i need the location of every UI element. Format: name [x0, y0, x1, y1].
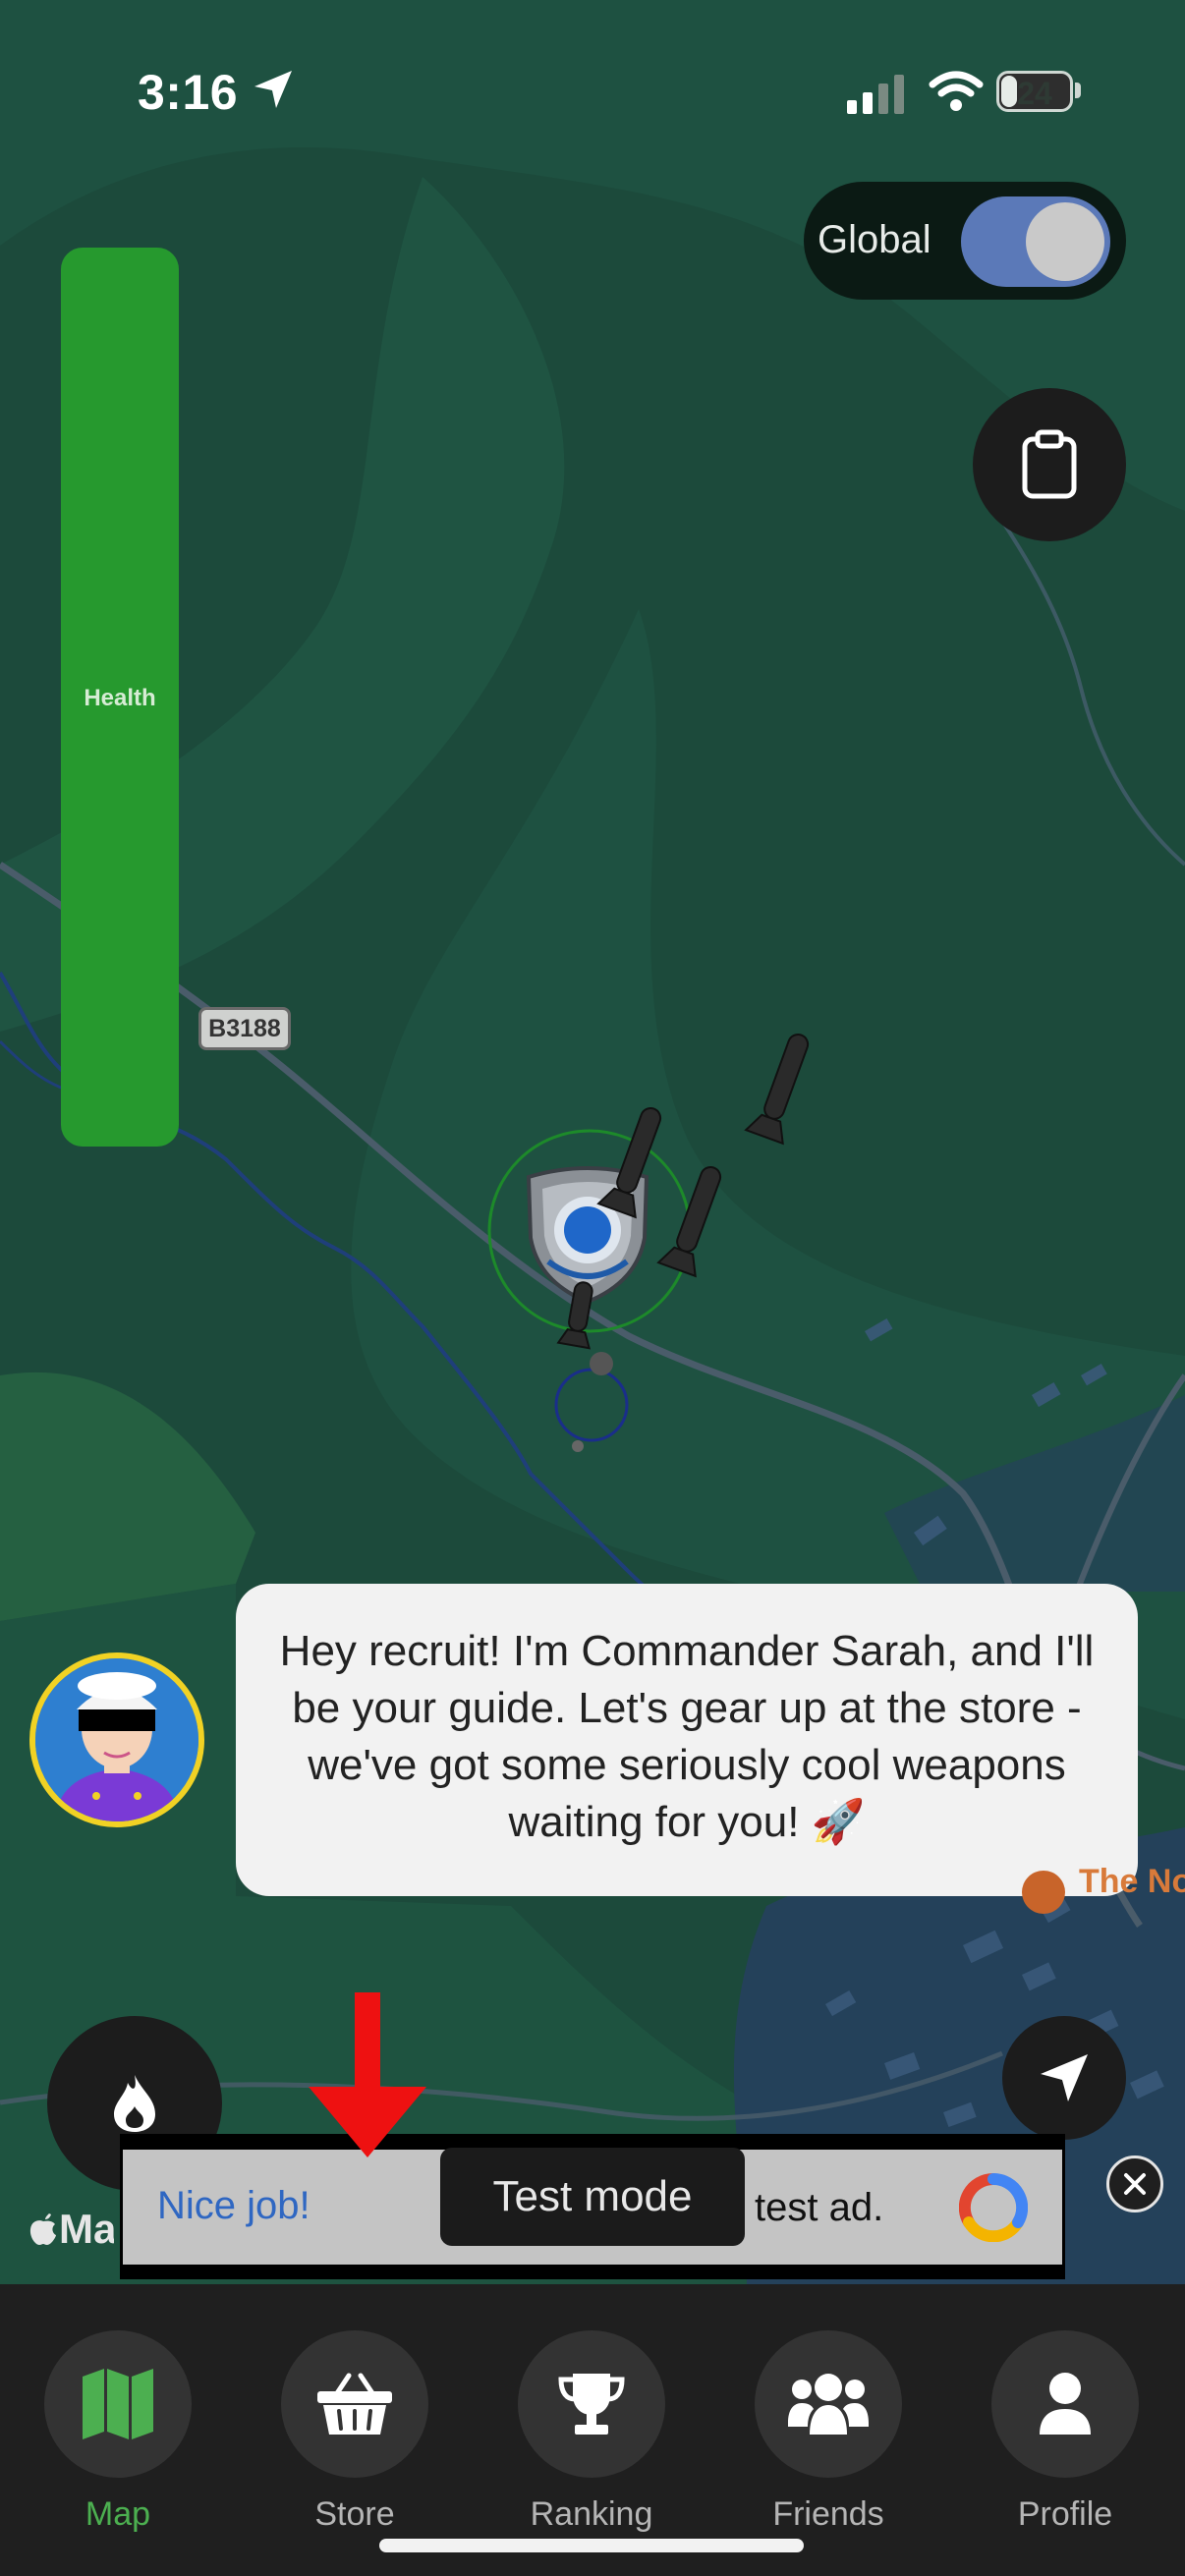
global-toggle-label: Global [818, 218, 931, 261]
tab-profile-label: Profile [1017, 2495, 1113, 2533]
recenter-button[interactable] [1002, 2016, 1126, 2140]
pub-poi-icon[interactable] [1022, 1871, 1065, 1914]
basket-icon [317, 2373, 392, 2435]
tab-ranking[interactable]: Ranking [518, 2330, 665, 2534]
profile-icon [1040, 2373, 1091, 2435]
tutorial-arrow-icon [309, 1992, 426, 2157]
navigation-arrow-icon [1041, 2054, 1088, 2101]
apple-logo-icon [29, 2213, 56, 2245]
toggle-knob [1026, 202, 1104, 281]
tab-map-button[interactable] [44, 2330, 192, 2478]
map-icon [83, 2369, 153, 2439]
tab-store-button[interactable] [281, 2330, 428, 2478]
maps-attribution[interactable]: Maps [28, 2206, 114, 2253]
commander-portrait-icon [35, 1658, 198, 1821]
status-time: 3:16 [138, 65, 239, 120]
maps-attribution-text: Maps [59, 2206, 114, 2252]
wifi-icon [929, 71, 984, 111]
status-bar: 3:16 24 [0, 59, 1185, 128]
battery-cap [1075, 83, 1081, 98]
ad-network-logo-icon [959, 2173, 1028, 2242]
tab-ranking-label: Ranking [530, 2495, 653, 2533]
location-arrow-icon [254, 71, 292, 108]
guide-message: Hey recruit! I'm Commander Sarah, and I'… [279, 1627, 1095, 1846]
commander-avatar[interactable] [29, 1652, 204, 1827]
health-label: Health [84, 685, 156, 711]
tab-friends[interactable]: Friends [755, 2330, 902, 2534]
tab-store[interactable]: Store [281, 2330, 428, 2534]
ad-body-text[interactable]: test ad. [755, 2186, 883, 2230]
battery-icon: 24 [996, 71, 1073, 112]
clipboard-button[interactable] [973, 388, 1126, 541]
tab-profile-button[interactable] [991, 2330, 1139, 2478]
road-label: B3188 [198, 1007, 291, 1050]
cellular-signal-icon [847, 75, 904, 114]
flame-icon [114, 2075, 155, 2132]
tab-friends-label: Friends [772, 2495, 884, 2533]
battery-percent: 24 [1017, 76, 1052, 111]
tab-ranking-button[interactable] [518, 2330, 665, 2478]
clipboard-icon [1022, 429, 1077, 499]
tab-store-label: Store [314, 2495, 395, 2533]
ad-headline[interactable]: Nice job! [157, 2184, 310, 2228]
tab-friends-button[interactable] [755, 2330, 902, 2478]
close-icon [1124, 2173, 1146, 2195]
tab-map-label: Map [85, 2495, 151, 2533]
poi-label: The Nor Arms Inn [1079, 1865, 1185, 1898]
home-indicator [379, 2539, 804, 2552]
friends-icon [788, 2374, 869, 2435]
tab-map[interactable]: Map [44, 2330, 192, 2534]
trophy-icon [558, 2374, 625, 2435]
ad-close-button[interactable] [1106, 2156, 1163, 2212]
ad-test-mode-badge: Test mode [440, 2148, 745, 2246]
tab-profile[interactable]: Profile [991, 2330, 1139, 2534]
